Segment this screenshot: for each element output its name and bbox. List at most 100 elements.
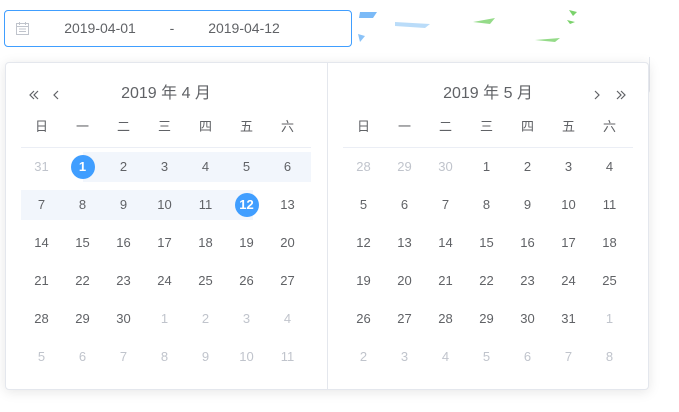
day-cell[interactable]: 18 [185, 228, 226, 258]
date-range-input[interactable]: 2019-04-01 - 2019-04-12 [4, 10, 352, 47]
day-cell[interactable]: 3 [226, 304, 267, 334]
day-cell[interactable]: 16 [103, 228, 144, 258]
day-cell[interactable]: 29 [384, 152, 425, 182]
day-cell[interactable]: 30 [425, 152, 466, 182]
start-date-input[interactable]: 2019-04-01 [45, 11, 155, 46]
day-cell[interactable]: 2 [507, 152, 548, 182]
day-cell[interactable]: 6 [267, 152, 308, 182]
day-cell[interactable]: 30 [103, 304, 144, 334]
weekday-label: 日 [356, 119, 370, 134]
day-cell[interactable]: 3 [144, 152, 185, 182]
day-cell[interactable]: 10 [144, 190, 185, 220]
day-cell[interactable]: 7 [21, 190, 62, 220]
day-cell[interactable]: 9 [185, 342, 226, 372]
day-cell[interactable]: 27 [267, 266, 308, 296]
day-cell[interactable]: 2 [103, 152, 144, 182]
day-cell[interactable]: 18 [589, 228, 630, 258]
day-cell[interactable]: 28 [343, 152, 384, 182]
weekday-label: 四 [198, 119, 212, 134]
day-cell[interactable]: 2 [185, 304, 226, 334]
day-cell[interactable]: 21 [21, 266, 62, 296]
day-cell[interactable]: 3 [548, 152, 589, 182]
day-cell[interactable]: 7 [425, 190, 466, 220]
day-cell[interactable]: 5 [343, 190, 384, 220]
day-number: 23 [520, 273, 535, 288]
end-date-input[interactable]: 2019-04-12 [189, 11, 299, 46]
day-cell[interactable]: 10 [548, 190, 589, 220]
day-cell[interactable]: 16 [507, 228, 548, 258]
day-cell[interactable]: 6 [507, 342, 548, 372]
day-cell[interactable]: 19 [343, 266, 384, 296]
day-number: 15 [479, 235, 494, 250]
day-cell[interactable]: 5 [21, 342, 62, 372]
day-cell[interactable]: 6 [62, 342, 103, 372]
day-cell[interactable]: 9 [507, 190, 548, 220]
day-number: 29 [75, 311, 90, 326]
day-cell[interactable]: 1 [62, 152, 103, 182]
day-cell[interactable]: 5 [466, 342, 507, 372]
day-cell[interactable]: 26 [226, 266, 267, 296]
day-cell[interactable]: 15 [466, 228, 507, 258]
day-cell[interactable]: 24 [548, 266, 589, 296]
day-cell[interactable]: 28 [21, 304, 62, 334]
day-cell[interactable]: 20 [384, 266, 425, 296]
day-number: 21 [438, 273, 453, 288]
day-cell[interactable]: 11 [267, 342, 308, 372]
day-cell[interactable]: 17 [548, 228, 589, 258]
day-cell[interactable]: 31 [548, 304, 589, 334]
right-month-title: 2019 年 5 月 [443, 85, 533, 102]
day-cell[interactable]: 15 [62, 228, 103, 258]
day-cell[interactable]: 12 [343, 228, 384, 258]
day-cell[interactable]: 4 [589, 152, 630, 182]
day-cell[interactable]: 30 [507, 304, 548, 334]
weekday-label: 三 [479, 119, 493, 134]
day-cell[interactable]: 22 [466, 266, 507, 296]
day-cell[interactable]: 14 [21, 228, 62, 258]
next-year-button[interactable] [611, 82, 631, 106]
day-cell[interactable]: 13 [384, 228, 425, 258]
day-cell[interactable]: 10 [226, 342, 267, 372]
day-cell[interactable]: 4 [267, 304, 308, 334]
prev-year-button[interactable] [24, 82, 44, 106]
day-cell[interactable]: 23 [103, 266, 144, 296]
day-cell[interactable]: 19 [226, 228, 267, 258]
day-cell[interactable]: 4 [185, 152, 226, 182]
day-cell[interactable]: 8 [466, 190, 507, 220]
day-cell[interactable]: 11 [589, 190, 630, 220]
day-cell[interactable]: 26 [343, 304, 384, 334]
day-cell[interactable]: 29 [466, 304, 507, 334]
day-cell[interactable]: 7 [103, 342, 144, 372]
day-cell[interactable]: 13 [267, 190, 308, 220]
day-cell[interactable]: 6 [384, 190, 425, 220]
day-cell[interactable]: 29 [62, 304, 103, 334]
day-cell[interactable]: 20 [267, 228, 308, 258]
day-cell[interactable]: 23 [507, 266, 548, 296]
day-cell[interactable]: 24 [144, 266, 185, 296]
prev-month-button[interactable] [46, 82, 66, 106]
day-number: 8 [605, 349, 614, 364]
day-cell[interactable]: 4 [425, 342, 466, 372]
day-cell[interactable]: 8 [62, 190, 103, 220]
day-cell[interactable]: 28 [425, 304, 466, 334]
day-cell[interactable]: 17 [144, 228, 185, 258]
day-cell[interactable]: 5 [226, 152, 267, 182]
day-cell[interactable]: 21 [425, 266, 466, 296]
day-cell[interactable]: 8 [589, 342, 630, 372]
day-cell[interactable]: 22 [62, 266, 103, 296]
day-cell[interactable]: 1 [466, 152, 507, 182]
next-month-button[interactable] [587, 82, 607, 106]
day-cell[interactable]: 11 [185, 190, 226, 220]
day-cell[interactable]: 31 [21, 152, 62, 182]
day-cell[interactable]: 1 [144, 304, 185, 334]
day-cell[interactable]: 3 [384, 342, 425, 372]
day-cell[interactable]: 12 [226, 190, 267, 220]
day-cell[interactable]: 25 [589, 266, 630, 296]
day-cell[interactable]: 2 [343, 342, 384, 372]
day-cell[interactable]: 14 [425, 228, 466, 258]
day-cell[interactable]: 1 [589, 304, 630, 334]
day-cell[interactable]: 7 [548, 342, 589, 372]
day-cell[interactable]: 27 [384, 304, 425, 334]
day-cell[interactable]: 25 [185, 266, 226, 296]
day-cell[interactable]: 9 [103, 190, 144, 220]
day-cell[interactable]: 8 [144, 342, 185, 372]
